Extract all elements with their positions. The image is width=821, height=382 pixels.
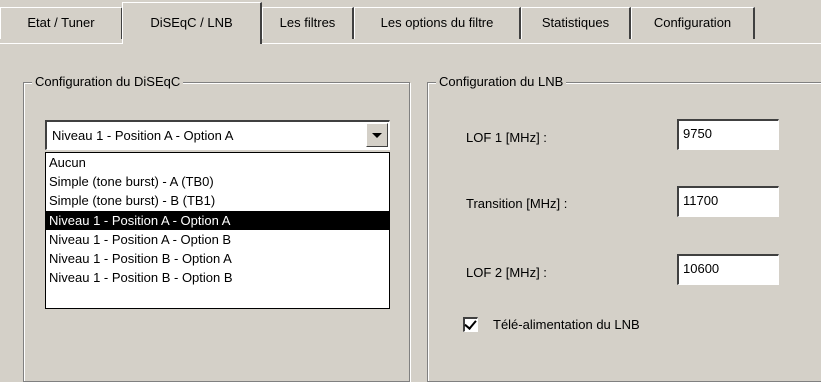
dropdown-option-tone-burst-a[interactable]: Simple (tone burst) - A (TB0)	[46, 172, 389, 191]
diseqc-dropdown-list: Aucun Simple (tone burst) - A (TB0) Simp…	[45, 152, 390, 309]
chevron-down-icon	[372, 133, 382, 138]
tab-label: Configuration	[653, 15, 732, 30]
tab-label: Statistiques	[541, 15, 610, 30]
tab-label: Les filtres	[279, 15, 336, 30]
diseqc-group-title: Configuration du DiSEqC	[32, 73, 184, 91]
lof2-label: LOF 2 [MHz] :	[466, 265, 547, 280]
dropdown-option-tone-burst-b[interactable]: Simple (tone burst) - B (TB1)	[46, 191, 389, 210]
tab-diseqc-lnb[interactable]: DiSEqC / LNB	[122, 2, 262, 44]
lnb-power-checkbox[interactable]	[463, 317, 478, 332]
lnb-group-title: Configuration du LNB	[436, 73, 567, 91]
transition-input[interactable]: 11700	[677, 186, 779, 217]
checkmark-icon	[464, 317, 477, 330]
lof1-label: LOF 1 [MHz] :	[466, 130, 547, 145]
dropdown-option-aucun[interactable]: Aucun	[46, 153, 389, 172]
tab-configuration[interactable]: Configuration	[631, 7, 755, 39]
dropdown-option-pos-a-opt-b[interactable]: Niveau 1 - Position A - Option B	[46, 230, 389, 249]
tab-label: Etat / Tuner	[27, 15, 95, 30]
dropdown-option-pos-b-opt-b[interactable]: Niveau 1 - Position B - Option B	[46, 268, 389, 287]
diseqc-combo-value: Niveau 1 - Position A - Option A	[52, 128, 234, 143]
lnb-power-label[interactable]: Télé-alimentation du LNB	[493, 316, 640, 334]
diseqc-combo[interactable]: Niveau 1 - Position A - Option A	[45, 120, 390, 150]
tab-les-filtres[interactable]: Les filtres	[262, 7, 354, 39]
combo-dropdown-button[interactable]	[366, 123, 388, 147]
lof1-input[interactable]: 9750	[677, 119, 779, 150]
lof2-input[interactable]: 10600	[677, 254, 779, 285]
tab-strip: Etat / Tuner DiSEqC / LNB Les filtres Le…	[0, 0, 821, 44]
transition-label: Transition [MHz] :	[466, 196, 568, 211]
tab-options-filtre[interactable]: Les options du filtre	[354, 7, 521, 39]
dropdown-option-pos-b-opt-a[interactable]: Niveau 1 - Position B - Option A	[46, 249, 389, 268]
tab-label: DiSEqC / LNB	[150, 15, 233, 30]
dropdown-option-pos-a-opt-a[interactable]: Niveau 1 - Position A - Option A	[46, 210, 389, 230]
tab-label: Les options du filtre	[380, 15, 494, 30]
tab-etat-tuner[interactable]: Etat / Tuner	[0, 7, 123, 39]
tab-statistiques[interactable]: Statistiques	[521, 7, 631, 39]
